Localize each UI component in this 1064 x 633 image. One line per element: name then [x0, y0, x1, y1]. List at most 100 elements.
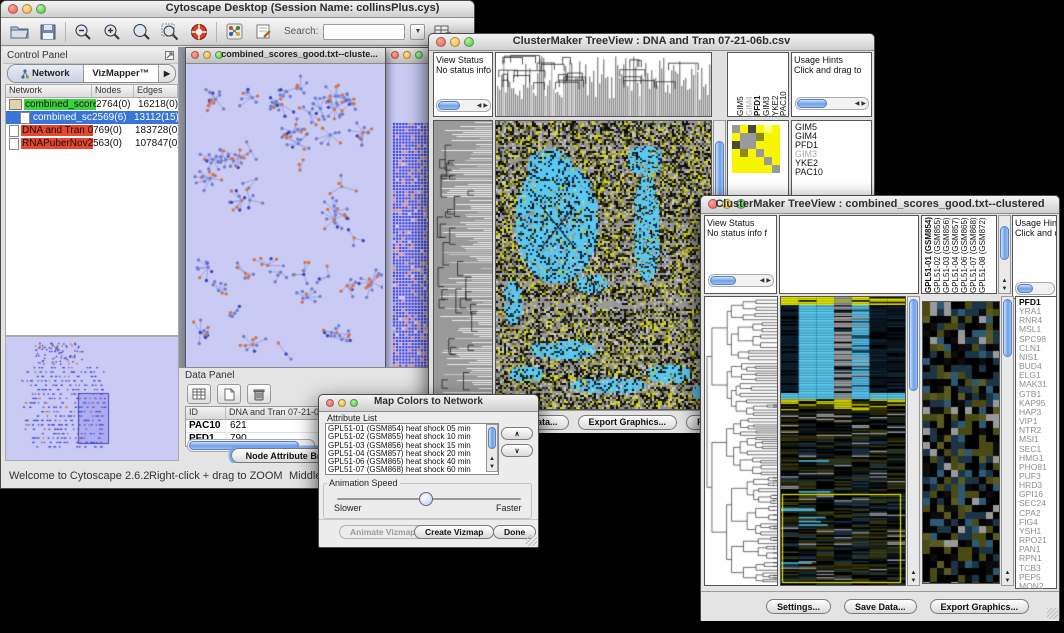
column-label[interactable]: GPL51-06 (GSM865) — [960, 216, 969, 293]
gene-label[interactable]: GIM5 — [795, 123, 868, 132]
tv2-zoom-vscrollbar[interactable]: ▲▼ — [1001, 296, 1014, 586]
scrollbar-thumb[interactable] — [909, 299, 918, 391]
attribute-item[interactable]: GPL51-07 (GSM868) heat shock 60 min — [328, 466, 496, 474]
resize-grip[interactable] — [1047, 608, 1058, 619]
network-table-row[interactable]: RNAPuberNov2+ 563(0) 107847(0) — [6, 137, 178, 150]
scrollbar-thumb[interactable] — [438, 101, 460, 110]
network-table-row[interactable]: DNA and Tran 07 769(0) 183728(0) — [6, 124, 178, 137]
tv1-titlebar[interactable]: ClusterMaker TreeView : DNA and Tran 07-… — [429, 34, 874, 51]
column-label[interactable]: PFD1 — [753, 53, 762, 116]
gene-label[interactable]: TCB3 — [1019, 564, 1053, 573]
tv2-zoom-heatmap-panel[interactable] — [922, 301, 1000, 584]
gene-label[interactable]: GTB1 — [1019, 390, 1053, 399]
tv1-usage-hscrollbar[interactable]: ◀▶ — [795, 97, 869, 110]
gene-label[interactable]: KAP95 — [1019, 399, 1053, 408]
tv1-col-dendro[interactable] — [496, 53, 711, 116]
tv1-row-dendrogram-panel[interactable] — [433, 120, 493, 410]
gene-label[interactable]: GIM4 — [795, 132, 868, 141]
tab-vizmapper[interactable]: VizMapper™ — [84, 65, 159, 82]
column-label[interactable]: PAC10 — [779, 53, 788, 116]
gene-label[interactable]: PFD1 — [1019, 298, 1053, 307]
tv2-heatmap-panel[interactable] — [780, 296, 906, 586]
tv1-row-dendro[interactable] — [434, 121, 492, 409]
gene-label[interactable]: NTR2 — [1019, 426, 1053, 435]
network1-titlebar[interactable]: combined_scores_good.txt--cluste... — [186, 48, 385, 64]
network-canvas-2[interactable] — [392, 122, 428, 368]
zoom-selected-button[interactable] — [158, 20, 182, 43]
gene-label[interactable]: MAK31 — [1019, 380, 1053, 389]
scrollbar-thumb[interactable] — [1003, 299, 1012, 357]
delete-attribute-button[interactable] — [247, 384, 271, 404]
minimize-icon[interactable] — [403, 51, 411, 59]
gene-label[interactable]: MSL1 — [1019, 325, 1053, 334]
tab-overflow-arrow[interactable]: ▶ — [158, 65, 175, 82]
listbox-vscrollbar[interactable]: ▲▼ — [486, 424, 498, 472]
column-label[interactable]: GPL51-04 (GSM857) — [951, 216, 960, 293]
gene-label[interactable]: PEP5 — [1019, 573, 1053, 582]
scrollbar-arrows[interactable]: ▲▼ — [487, 455, 497, 471]
col-header-id[interactable]: ID — [186, 407, 226, 419]
gene-label[interactable]: YSH1 — [1019, 527, 1053, 536]
scrollbar-thumb[interactable] — [797, 99, 827, 108]
tv2-column-tree-panel[interactable] — [779, 215, 919, 294]
move-up-button[interactable]: ∧ — [501, 427, 533, 440]
tv2-row-dendrogram-panel[interactable] — [704, 296, 778, 586]
birdseye-view-panel[interactable] — [5, 336, 179, 461]
gene-label[interactable]: HAP3 — [1019, 408, 1053, 417]
column-label[interactable]: GIM3 — [762, 53, 771, 116]
gene-label[interactable]: CLN1 — [1019, 344, 1053, 353]
dialog-titlebar[interactable]: Map Colors to Network — [319, 395, 538, 412]
tab-network[interactable]: Network — [8, 65, 84, 82]
tv1-status-hscrollbar[interactable]: ◀▶ — [436, 99, 491, 112]
tv2-heatmap[interactable] — [781, 297, 905, 585]
scrollbar-arrows[interactable]: ◀▶ — [855, 98, 866, 109]
move-down-button[interactable]: ∨ — [501, 444, 533, 457]
zoom-in-button[interactable] — [100, 20, 124, 43]
search-input[interactable] — [323, 24, 405, 40]
tv2-titlebar[interactable]: ClusterMaker TreeView : combined_scores_… — [701, 196, 1059, 214]
gene-label[interactable]: CPA2 — [1019, 509, 1053, 518]
modify-network-button[interactable] — [222, 20, 246, 43]
treeview-action-button[interactable]: Export Graphics... — [578, 415, 678, 430]
select-attributes-button[interactable] — [187, 384, 211, 404]
gene-label[interactable]: PAC10 — [795, 168, 868, 177]
gene-label[interactable]: FIG4 — [1019, 518, 1053, 527]
scrollbar-arrows[interactable]: ◀▶ — [477, 100, 488, 111]
new-attribute-button[interactable] — [217, 384, 241, 404]
zoom-out-button[interactable] — [71, 20, 95, 43]
gene-label[interactable]: GIM3 — [795, 150, 868, 159]
treeview-action-button[interactable]: Export Graphics... — [930, 599, 1030, 614]
gene-label[interactable]: YRA1 — [1019, 307, 1053, 316]
close-icon[interactable] — [191, 51, 199, 59]
column-label[interactable]: GPL51-07 (GSM868) — [969, 216, 978, 293]
tv1-column-labels-panel[interactable]: GIM5GIM4PFD1GIM3YKE2PAC10 — [727, 52, 789, 117]
gene-label[interactable]: PAN1 — [1019, 545, 1053, 554]
close-icon[interactable] — [8, 4, 18, 14]
tv2-status-hscrollbar[interactable]: ◀▶ — [708, 274, 774, 287]
window-controls[interactable] — [8, 4, 46, 14]
gene-label[interactable]: HRD3 — [1019, 481, 1053, 490]
attribute-listbox[interactable]: GPL51-01 (GSM854) heat shock 05 minGPL51… — [325, 423, 499, 475]
column-label[interactable]: GPL51-08 (GSM872) — [978, 216, 987, 293]
gene-label[interactable]: MON2 — [1019, 582, 1053, 591]
col-header-nodes[interactable]: Nodes — [92, 85, 134, 97]
minimize-icon[interactable] — [203, 51, 211, 59]
resize-grip[interactable] — [526, 535, 537, 546]
gene-label[interactable]: SPC98 — [1019, 335, 1053, 344]
scrollbar-thumb[interactable] — [1000, 226, 1009, 260]
col-header-edges[interactable]: Edges — [134, 85, 178, 97]
treeview-action-button[interactable]: Settings... — [766, 599, 831, 614]
zoom-window-icon[interactable] — [415, 51, 423, 59]
gene-label[interactable]: RPO21 — [1019, 536, 1053, 545]
float-panel-icon[interactable] — [165, 51, 174, 60]
scrollbar-arrows[interactable]: ▲▼ — [999, 277, 1010, 293]
tv1-heatmap-panel[interactable] — [495, 120, 712, 410]
main-titlebar[interactable]: Cytoscape Desktop (Session Name: collins… — [1, 1, 474, 18]
gene-label[interactable]: MSI1 — [1019, 435, 1053, 444]
scrollbar-arrows[interactable]: ▲▼ — [1002, 569, 1013, 585]
zoom-window-icon[interactable] — [36, 4, 46, 14]
scrollbar-thumb[interactable] — [1017, 284, 1033, 293]
gene-label[interactable]: VIP1 — [1019, 417, 1053, 426]
treeview-action-button[interactable]: Save Data... — [844, 599, 917, 614]
gene-label[interactable]: PHO81 — [1019, 463, 1053, 472]
